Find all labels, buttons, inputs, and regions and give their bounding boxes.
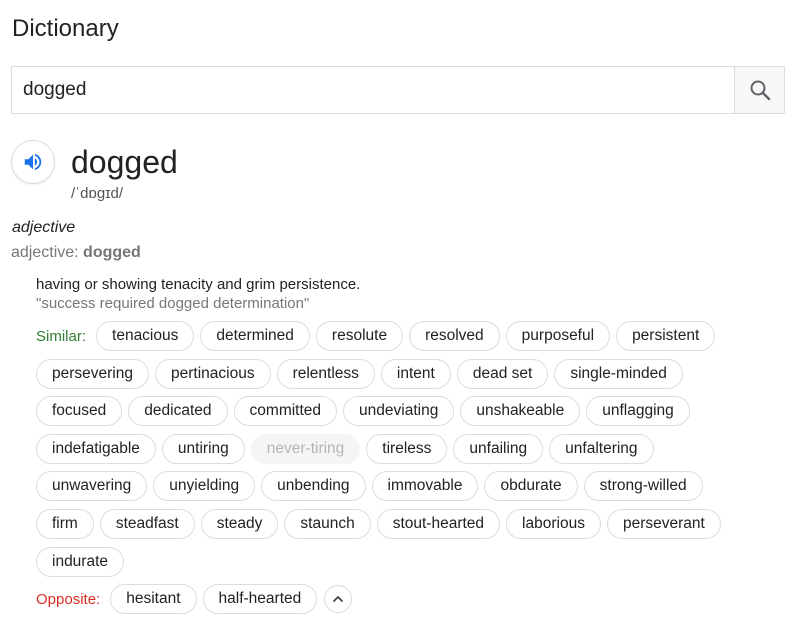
synonym-chip[interactable]: purposeful — [505, 321, 611, 351]
collapse-synonyms-button[interactable] — [324, 585, 353, 614]
synonym-chip[interactable]: pertinacious — [155, 358, 271, 389]
synonym-chip[interactable]: firm — [36, 508, 94, 539]
synonym-chip[interactable]: undeviating — [343, 396, 455, 427]
synonym-row: Similar: tenacious determined resolute r… — [36, 321, 781, 351]
pos-word: dogged — [83, 244, 141, 261]
synonym-chip[interactable]: steadfast — [99, 508, 195, 539]
synonym-chip[interactable]: unwavering — [36, 471, 148, 502]
synonym-chip[interactable]: dead set — [456, 358, 549, 389]
synonym-chip[interactable]: focused — [36, 396, 123, 427]
opposite-label: Opposite: — [36, 590, 101, 608]
synonyms-section: Similar: tenacious determined resolute r… — [36, 321, 781, 622]
similar-label: Similar: — [36, 327, 87, 345]
synonym-chip[interactable]: tireless — [366, 433, 448, 464]
synonym-chip[interactable]: persistent — [616, 321, 716, 351]
synonym-chip[interactable]: resolved — [409, 321, 500, 351]
search-icon — [750, 80, 770, 101]
synonym-row: focused dedicated committed undeviating … — [36, 396, 781, 427]
synonym-chip[interactable]: laborious — [506, 508, 601, 539]
synonym-chip-muted: never-tiring — [250, 433, 361, 464]
synonym-chip[interactable]: unshakeable — [460, 396, 581, 427]
synonym-chip[interactable]: persevering — [36, 358, 149, 389]
definition-text: having or showing tenacity and grim pers… — [36, 276, 361, 293]
synonym-chip[interactable]: untiring — [161, 433, 245, 464]
synonym-chip[interactable]: indurate — [36, 546, 125, 577]
synonym-row: unwavering unyielding unbending immovabl… — [36, 471, 781, 502]
synonym-chip[interactable]: staunch — [284, 508, 371, 539]
synonym-chip[interactable]: unfailing — [453, 433, 544, 464]
part-of-speech: adjective — [12, 219, 76, 236]
dictionary-page: Dictionary dogged /ˈdɒɡɪd/ adjective adj… — [0, 0, 795, 626]
part-of-speech-line: adjective: dogged — [11, 243, 141, 263]
synonym-chip[interactable]: dedicated — [128, 396, 228, 427]
chevron-up-icon — [333, 596, 344, 603]
page-title: Dictionary — [12, 15, 119, 42]
synonym-chip[interactable]: tenacious — [96, 321, 195, 351]
synonym-chip[interactable]: unyielding — [153, 471, 256, 502]
antonym-chip[interactable]: half-hearted — [202, 584, 318, 615]
pronunciation-audio-button[interactable] — [11, 140, 55, 184]
synonym-chip[interactable]: relentless — [276, 358, 375, 389]
synonym-chip[interactable]: intent — [380, 358, 451, 389]
synonym-chip[interactable]: indefatigable — [36, 433, 156, 464]
synonym-row: indefatigable untiring never-tiring tire… — [36, 433, 781, 464]
synonym-chip[interactable]: obdurate — [484, 471, 578, 502]
headword: dogged — [71, 144, 178, 180]
synonym-chip[interactable]: single-minded — [554, 358, 683, 389]
synonym-row: firm steadfast steady staunch stout-hear… — [36, 508, 781, 539]
synonym-row: persevering pertinacious relentless inte… — [36, 358, 781, 389]
synonym-row: indurate — [36, 546, 781, 577]
antonym-row: Opposite: hesitant half-hearted — [36, 584, 781, 615]
synonym-chip[interactable]: stout-hearted — [376, 508, 501, 539]
synonym-chip[interactable]: determined — [200, 321, 310, 351]
synonym-chip[interactable]: unfaltering — [549, 433, 654, 464]
synonym-chip[interactable]: perseverant — [606, 508, 721, 539]
synonym-chip[interactable]: resolute — [315, 321, 404, 351]
pos-prefix: adjective: — [11, 244, 84, 261]
synonym-chip[interactable]: unflagging — [586, 396, 690, 427]
synonym-chip[interactable]: unbending — [261, 471, 366, 502]
example-sentence: "success required dogged determination" — [36, 295, 310, 312]
synonym-chip[interactable]: immovable — [371, 471, 479, 502]
search-button[interactable] — [734, 67, 784, 113]
synonym-chip[interactable]: steady — [200, 508, 279, 539]
search-input[interactable] — [12, 67, 734, 113]
synonym-chip[interactable]: strong-willed — [583, 471, 703, 502]
search-box — [11, 66, 785, 114]
speaker-icon — [24, 153, 42, 171]
antonym-chip[interactable]: hesitant — [110, 584, 197, 615]
phonetic-spelling: /ˈdɒɡɪd/ — [71, 185, 124, 202]
synonym-chip[interactable]: committed — [233, 396, 338, 427]
